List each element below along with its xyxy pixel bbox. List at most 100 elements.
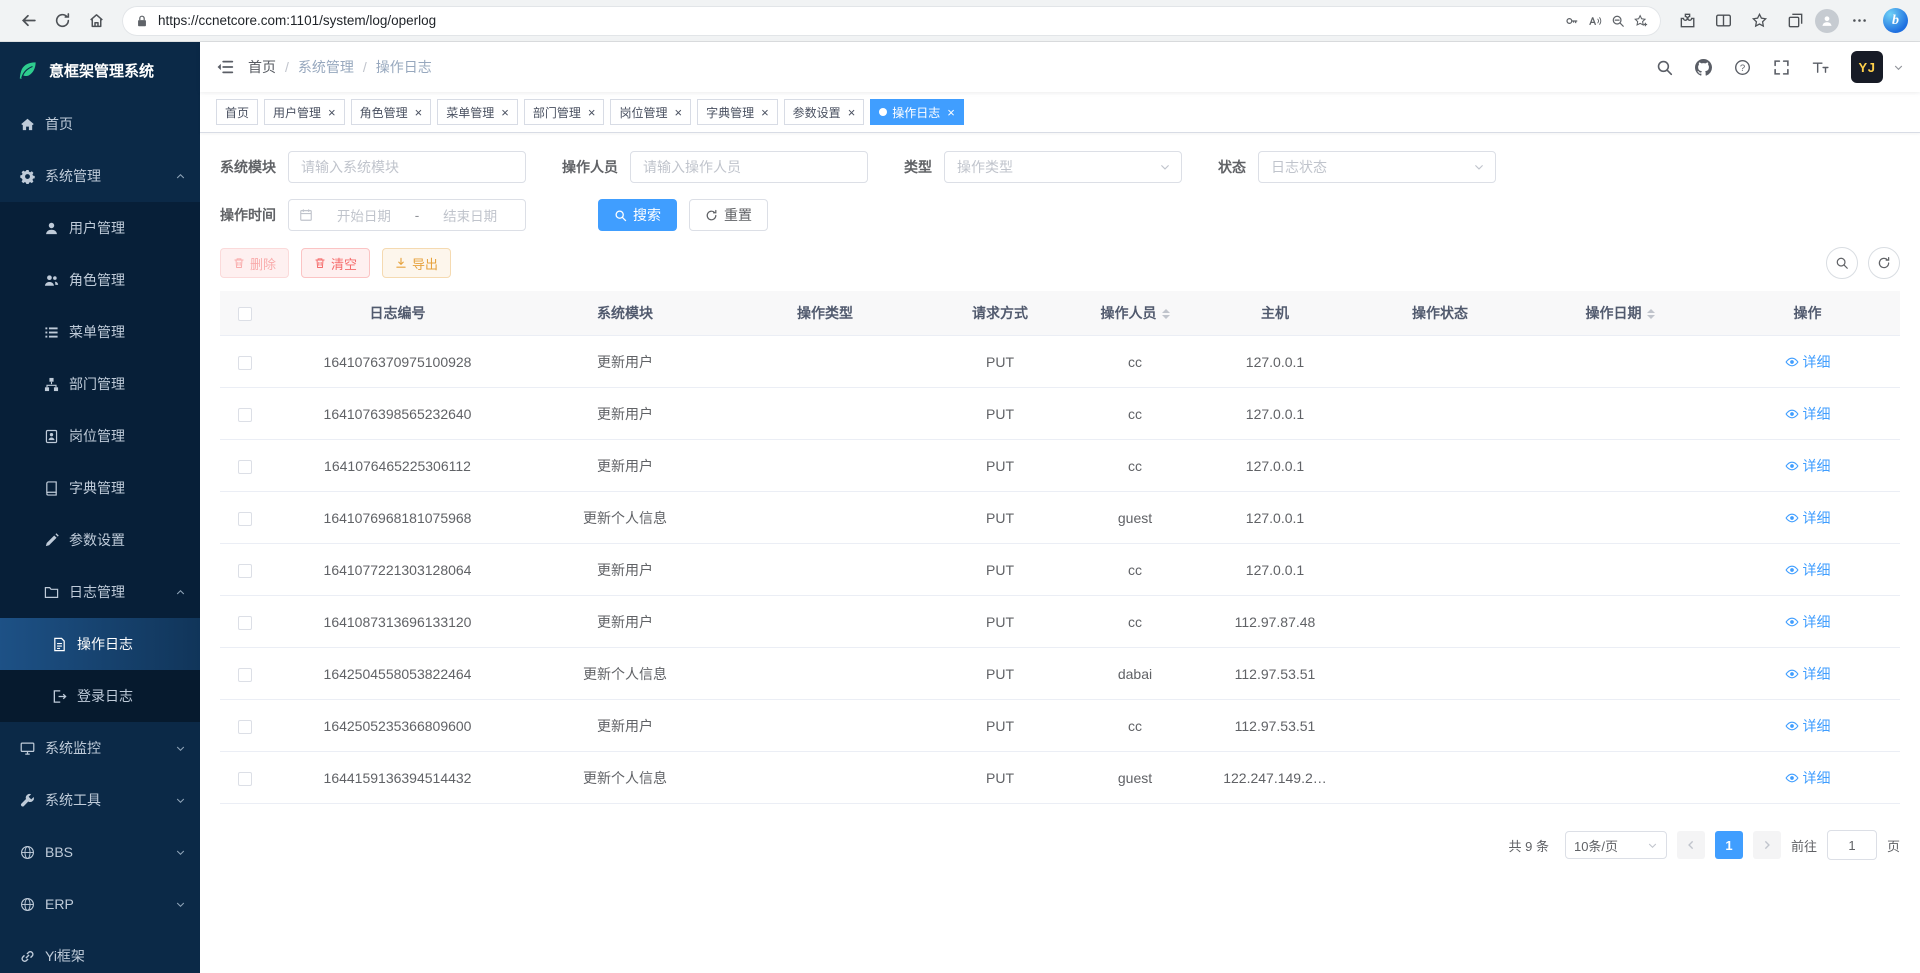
row-checkbox[interactable] (238, 616, 252, 630)
read-aloud-icon[interactable] (1588, 14, 1602, 28)
page-size-select[interactable]: 10条/页 (1565, 831, 1667, 859)
delete-button[interactable]: 删除 (220, 248, 289, 278)
password-key-icon[interactable] (1565, 14, 1579, 28)
home-icon[interactable] (80, 5, 112, 37)
cell-module: 更新用户 (525, 596, 725, 648)
github-icon[interactable] (1695, 59, 1712, 76)
detail-link[interactable]: 详细 (1785, 664, 1831, 684)
operator-input[interactable] (630, 151, 868, 183)
tab-操作日志[interactable]: 操作日志× (870, 99, 964, 125)
sidebar-toggle-icon[interactable] (216, 58, 234, 76)
copilot-icon[interactable]: b (1883, 8, 1908, 33)
sidebar-item-monitor[interactable]: 系统监控 (0, 722, 200, 774)
row-checkbox[interactable] (238, 356, 252, 370)
split-screen-icon[interactable] (1707, 5, 1739, 37)
row-checkbox[interactable] (238, 720, 252, 734)
close-icon[interactable]: × (415, 106, 423, 119)
row-checkbox[interactable] (238, 564, 252, 578)
sidebar-item-role[interactable]: 角色管理 (0, 254, 200, 306)
date-range-picker[interactable]: 开始日期 - 结束日期 (288, 199, 526, 231)
detail-link[interactable]: 详细 (1785, 768, 1831, 788)
sidebar-item-user[interactable]: 用户管理 (0, 202, 200, 254)
sidebar-item-loginlog[interactable]: 登录日志 (0, 670, 200, 722)
status-select[interactable]: 日志状态 (1258, 151, 1496, 183)
reset-button[interactable]: 重置 (689, 199, 768, 231)
row-checkbox[interactable] (238, 460, 252, 474)
sidebar-item-operlog[interactable]: 操作日志 (0, 618, 200, 670)
next-page-button[interactable] (1753, 831, 1781, 859)
sidebar: 意框架管理系统 首页系统管理用户管理角色管理菜单管理部门管理岗位管理字典管理参数… (0, 42, 200, 973)
prev-page-button[interactable] (1677, 831, 1705, 859)
fullscreen-icon[interactable] (1773, 59, 1790, 76)
close-icon[interactable]: × (947, 106, 955, 119)
font-size-icon[interactable] (1812, 59, 1829, 76)
sidebar-item-post[interactable]: 岗位管理 (0, 410, 200, 462)
close-icon[interactable]: × (328, 106, 336, 119)
sidebar-item-bbs[interactable]: BBS (0, 826, 200, 878)
tab-岗位管理[interactable]: 岗位管理× (610, 99, 691, 125)
sidebar-item-erp[interactable]: ERP (0, 878, 200, 930)
sidebar-item-tool[interactable]: 系统工具 (0, 774, 200, 826)
close-icon[interactable]: × (848, 106, 856, 119)
back-icon[interactable] (12, 5, 44, 37)
sidebar-item-dept[interactable]: 部门管理 (0, 358, 200, 410)
breadcrumb-item[interactable]: 首页 (248, 57, 276, 77)
tab-角色管理[interactable]: 角色管理× (351, 99, 432, 125)
sidebar-item-param[interactable]: 参数设置 (0, 514, 200, 566)
refresh-icon[interactable] (46, 5, 78, 37)
close-icon[interactable]: × (761, 106, 769, 119)
tab-菜单管理[interactable]: 菜单管理× (437, 99, 518, 125)
close-icon[interactable]: × (674, 106, 682, 119)
detail-link[interactable]: 详细 (1785, 352, 1831, 372)
chevron-down-icon[interactable] (1893, 62, 1904, 73)
type-select[interactable]: 操作类型 (944, 151, 1182, 183)
row-checkbox[interactable] (238, 512, 252, 526)
breadcrumb: 首页/系统管理/操作日志 (248, 57, 432, 77)
detail-link[interactable]: 详细 (1785, 404, 1831, 424)
search-icon[interactable] (1656, 59, 1673, 76)
close-icon[interactable]: × (588, 106, 596, 119)
clear-button[interactable]: 清空 (301, 248, 370, 278)
export-button[interactable]: 导出 (382, 248, 451, 278)
module-input[interactable] (288, 151, 526, 183)
sidebar-item-dict[interactable]: 字典管理 (0, 462, 200, 514)
detail-link[interactable]: 详细 (1785, 560, 1831, 580)
row-checkbox[interactable] (238, 408, 252, 422)
sidebar-item-yi[interactable]: Yi框架 (0, 930, 200, 973)
detail-link[interactable]: 详细 (1785, 612, 1831, 632)
sidebar-item-home[interactable]: 首页 (0, 98, 200, 150)
row-checkbox[interactable] (238, 668, 252, 682)
collections-icon[interactable] (1779, 5, 1811, 37)
tab-参数设置[interactable]: 参数设置× (784, 99, 865, 125)
goto-page-input[interactable] (1827, 830, 1877, 860)
tab-部门管理[interactable]: 部门管理× (524, 99, 605, 125)
zoom-out-icon[interactable] (1611, 14, 1625, 28)
refresh-table-button[interactable] (1868, 247, 1900, 279)
detail-link[interactable]: 详细 (1785, 716, 1831, 736)
page-number-button[interactable]: 1 (1715, 831, 1743, 859)
sidebar-item-menu[interactable]: 菜单管理 (0, 306, 200, 358)
extensions-icon[interactable] (1671, 5, 1703, 37)
detail-link[interactable]: 详细 (1785, 456, 1831, 476)
sidebar-item-log[interactable]: 日志管理 (0, 566, 200, 618)
address-bar[interactable]: https://ccnetcore.com:1101/system/log/op… (122, 6, 1661, 36)
tab-首页[interactable]: 首页 (216, 99, 258, 125)
detail-link[interactable]: 详细 (1785, 508, 1831, 528)
sort-carets-icon[interactable] (1647, 309, 1655, 319)
tab-用户管理[interactable]: 用户管理× (264, 99, 345, 125)
row-checkbox[interactable] (238, 772, 252, 786)
sidebar-item-system[interactable]: 系统管理 (0, 150, 200, 202)
add-favorite-icon[interactable] (1634, 14, 1648, 28)
select-all-checkbox[interactable] (238, 307, 252, 321)
search-button[interactable]: 搜索 (598, 199, 677, 231)
help-icon[interactable]: ? (1734, 59, 1751, 76)
breadcrumb-item[interactable]: 系统管理 (298, 57, 354, 77)
user-avatar[interactable]: YJ (1851, 51, 1883, 83)
favorites-icon[interactable] (1743, 5, 1775, 37)
sort-carets-icon[interactable] (1162, 309, 1170, 319)
tab-字典管理[interactable]: 字典管理× (697, 99, 778, 125)
toggle-search-button[interactable] (1826, 247, 1858, 279)
browser-menu-icon[interactable] (1843, 5, 1875, 37)
close-icon[interactable]: × (501, 106, 509, 119)
profile-avatar[interactable] (1815, 9, 1839, 33)
